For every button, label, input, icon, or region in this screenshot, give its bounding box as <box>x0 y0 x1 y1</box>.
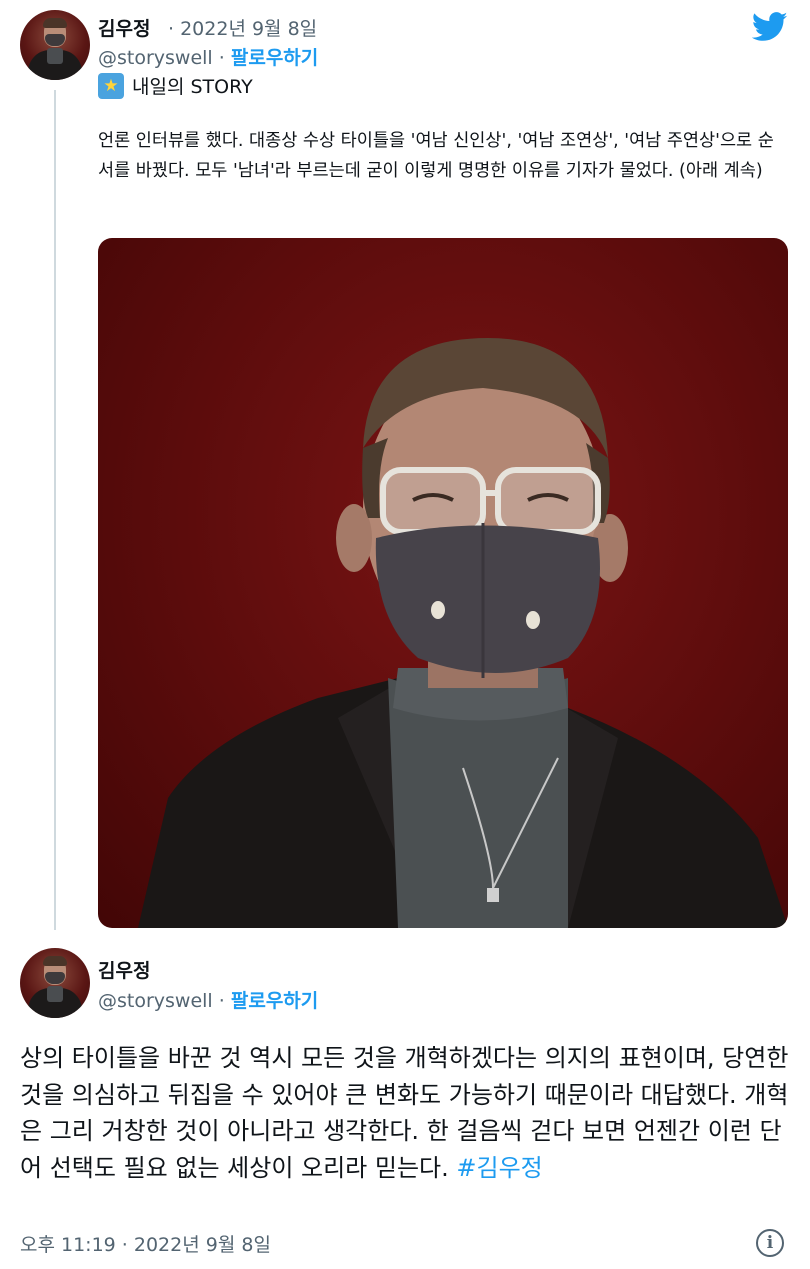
tweet-photo[interactable] <box>98 238 788 928</box>
handle-separator: · <box>218 47 225 69</box>
thread-connector-line <box>54 90 56 930</box>
handle-row: @storyswell · 팔로우하기 <box>98 986 318 1013</box>
tweet-date-header[interactable]: · 2022년 9월 8일 <box>168 14 317 41</box>
portrait-illustration <box>138 338 788 928</box>
author-handle[interactable]: @storyswell <box>98 47 213 69</box>
author-name[interactable]: 김우정 <box>98 14 150 41</box>
story-label-row: ★ 내일의 STORY <box>98 72 253 99</box>
tweet-date[interactable]: 2022년 9월 8일 <box>180 18 317 40</box>
info-icon[interactable]: i <box>756 1229 784 1257</box>
tweet1-text: 언론 인터뷰를 했다. 대종상 수상 타이틀을 '여남 신인상', '여남 조연… <box>98 131 774 181</box>
handle-separator: · <box>218 990 225 1012</box>
tweet-timestamp[interactable]: 오후 11:19 · 2022년 9월 8일 <box>20 1230 271 1257</box>
tweet2-text: 상의 타이틀을 바꾼 것 역시 모든 것을 개혁하겠다는 의지의 표현이며, 당… <box>20 1040 795 1186</box>
tweet2-body: 상의 타이틀을 바꾼 것 역시 모든 것을 개혁하겠다는 의지의 표현이며, 당… <box>20 1044 789 1182</box>
author-handle[interactable]: @storyswell <box>98 990 213 1012</box>
handle-row: @storyswell · 팔로우하기 <box>98 43 318 70</box>
follow-button[interactable]: 팔로우하기 <box>231 47 318 69</box>
shooting-star-icon: ★ <box>98 72 124 99</box>
story-label: 내일의 STORY <box>132 76 253 98</box>
author-name[interactable]: 김우정 <box>98 956 150 983</box>
follow-button[interactable]: 팔로우하기 <box>231 990 318 1012</box>
hashtag-link[interactable]: #김우정 <box>456 1154 542 1182</box>
date-separator: · <box>168 18 175 40</box>
twitter-bird-icon[interactable] <box>752 12 788 42</box>
avatar-tweet1[interactable] <box>20 10 90 80</box>
avatar-tweet2[interactable] <box>20 948 90 1018</box>
